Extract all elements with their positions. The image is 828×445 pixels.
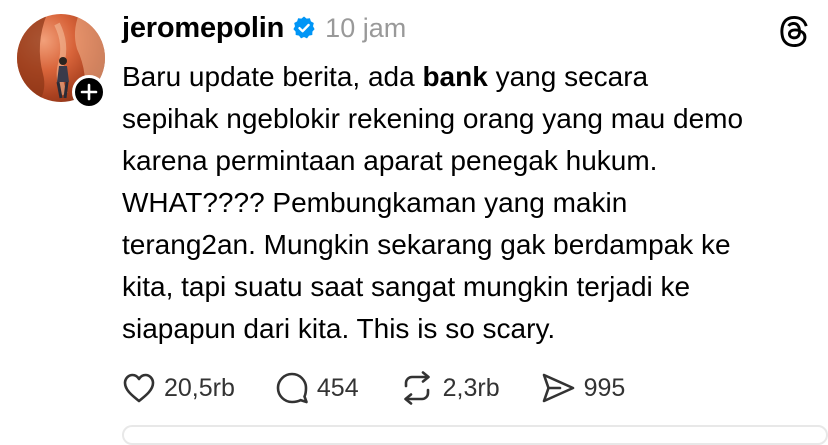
- post-actions: 20,5rb 454 2,3rb 995: [122, 366, 665, 410]
- post-header: jeromepolin 10 jam: [122, 8, 406, 48]
- post-text-part-1: Baru update berita, ada: [122, 61, 423, 92]
- timestamp: 10 jam: [325, 12, 407, 43]
- reply-button[interactable]: 454: [275, 371, 359, 405]
- reply-count: 454: [316, 373, 359, 402]
- thread-post: jeromepolin 10 jam Baru update berita, a…: [0, 0, 828, 445]
- avatar-container: [17, 14, 106, 109]
- verified-badge-icon: [293, 16, 315, 39]
- threads-logo-icon[interactable]: [777, 14, 811, 48]
- next-card-edge: [122, 425, 828, 445]
- post-text-bold: bank: [422, 61, 488, 92]
- share-button[interactable]: 995: [540, 372, 626, 404]
- heart-icon: [123, 373, 155, 403]
- comment-icon: [276, 372, 308, 404]
- repost-count: 2,3rb: [442, 373, 500, 402]
- repost-icon: [403, 371, 430, 405]
- share-count: 995: [583, 373, 626, 402]
- plus-icon: [80, 83, 98, 101]
- post-text-part-2: yang secara sepihak ngeblokir rekening o…: [122, 61, 744, 344]
- follow-button[interactable]: [72, 75, 106, 109]
- repost-button[interactable]: 2,3rb: [399, 371, 500, 405]
- username[interactable]: jeromepolin: [122, 12, 284, 45]
- like-button[interactable]: 20,5rb: [122, 372, 235, 404]
- send-icon: [542, 373, 574, 403]
- like-count: 20,5rb: [164, 373, 235, 402]
- post-text: Baru update berita, ada bank yang secara…: [122, 56, 812, 350]
